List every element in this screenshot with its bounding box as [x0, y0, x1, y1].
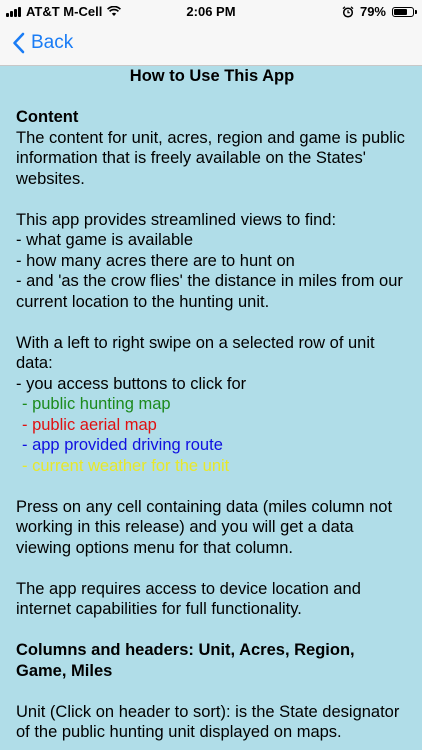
help-content[interactable]: How to Use This App Content The content … — [16, 66, 408, 750]
swipe-option-driving-route: - app provided driving route — [22, 436, 223, 454]
page-title: How to Use This App — [129, 67, 295, 85]
swipe-option-hunting-map: - public hunting map — [22, 395, 171, 413]
navigation-bar: Back — [0, 24, 422, 66]
provides-item: - what game is available — [16, 231, 194, 249]
unit-description: Unit (Click on header to sort): is the S… — [16, 702, 400, 742]
content-body: The content for unit, acres, region and … — [16, 128, 405, 188]
back-label: Back — [31, 32, 74, 53]
alarm-icon — [342, 5, 354, 18]
swipe-option-aerial-map: - public aerial map — [22, 415, 157, 434]
status-bar: AT&T M-Cell 2:06 PM 79% — [0, 0, 422, 24]
provides-intro: This app provides streamlined views to f… — [16, 210, 337, 229]
swipe-intro: With a left to right swipe on a selected… — [16, 333, 375, 373]
swipe-lead: - you access buttons to click for — [16, 374, 247, 393]
battery-percent: 79% — [359, 4, 386, 19]
content-heading: Content — [16, 108, 79, 126]
provides-item: - how many acres there are to hunt on — [16, 251, 295, 270]
columns-heading: Columns and headers: Unit, Acres, Region… — [16, 641, 355, 680]
back-button[interactable]: Back — [12, 32, 73, 54]
battery-fill — [394, 8, 408, 15]
provides-item: - and 'as the crow flies' the distance i… — [16, 272, 403, 311]
press-cell-text: Press on any cell containing data (miles… — [16, 497, 393, 557]
status-right: 79% — [342, 4, 417, 19]
swipe-option-weather: - current weather for the unit — [22, 456, 230, 475]
requires-text: The app requires access to device locati… — [16, 579, 361, 619]
chevron-left-icon — [13, 32, 25, 54]
battery-icon — [392, 6, 417, 17]
